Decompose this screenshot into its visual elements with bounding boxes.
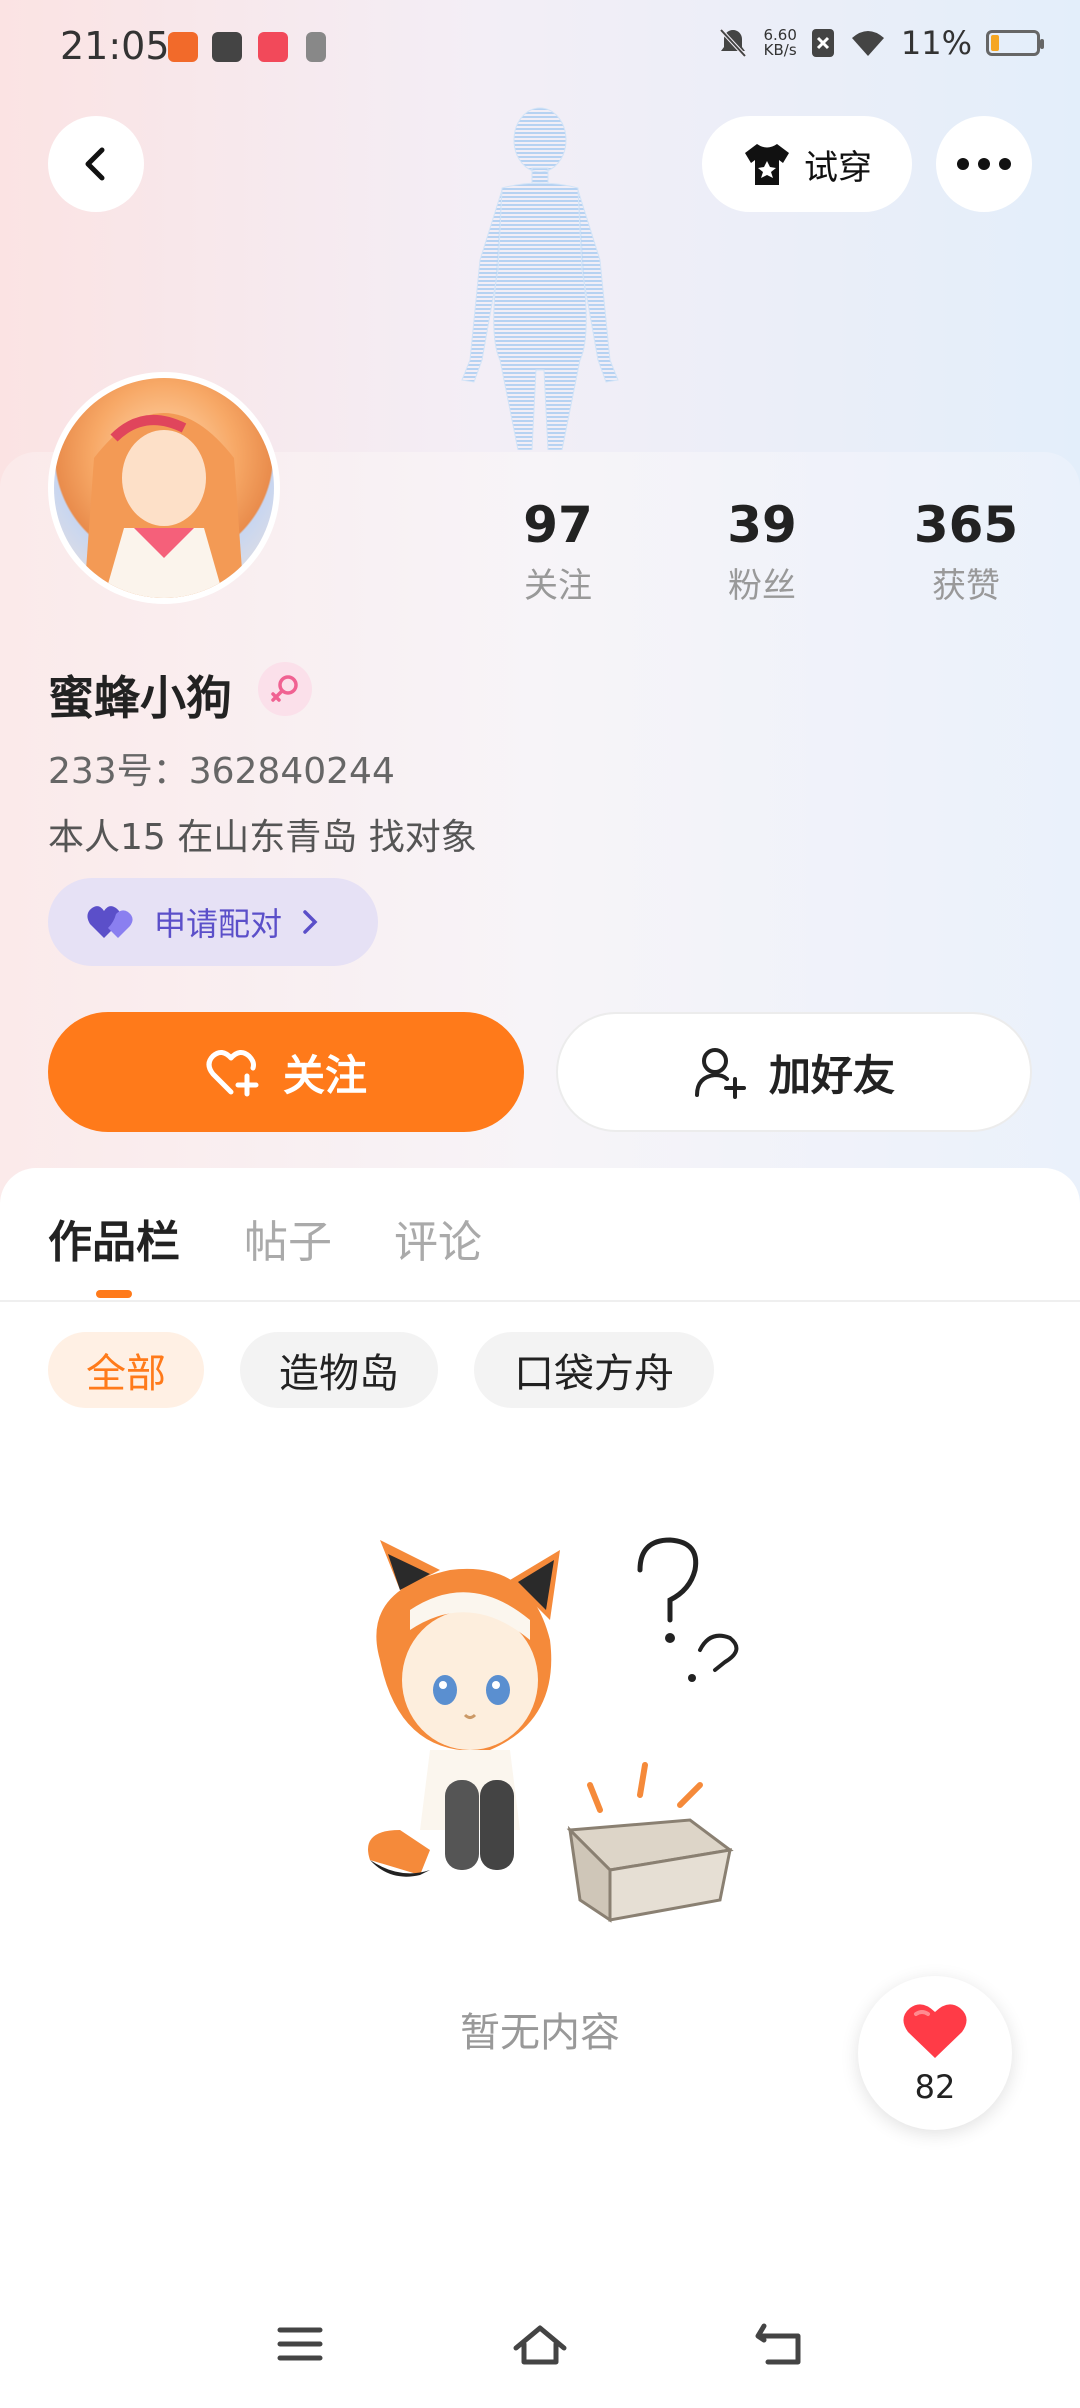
username: 蜜蜂小狗 xyxy=(48,671,232,725)
app-notification-icon-2 xyxy=(258,32,288,62)
follow-label: 关注 xyxy=(282,1050,367,1100)
more-dots-icon xyxy=(957,158,1011,170)
menu-button[interactable] xyxy=(268,2312,332,2376)
message-notification-icon xyxy=(212,32,242,62)
stat-followers-value: 39 xyxy=(727,496,797,554)
like-button[interactable]: 82 xyxy=(858,1976,1012,2130)
filter-pocket-ark[interactable]: 口袋方舟 xyxy=(474,1332,714,1408)
female-gender-icon xyxy=(258,662,312,716)
stat-following-value: 97 xyxy=(523,496,593,554)
status-time: 21:05 xyxy=(60,24,170,68)
filter-creation-island[interactable]: 造物岛 xyxy=(240,1332,438,1408)
app-notification-icon xyxy=(168,32,198,62)
back-nav-icon xyxy=(755,2323,801,2365)
chevron-left-icon xyxy=(85,147,105,181)
filter-all[interactable]: 全部 xyxy=(48,1332,204,1408)
home-button[interactable] xyxy=(508,2312,572,2376)
tshirt-icon xyxy=(745,144,789,185)
user-avatar[interactable] xyxy=(48,372,280,604)
apply-match-label: 申请配对 xyxy=(154,905,283,943)
back-nav-button[interactable] xyxy=(748,2312,812,2376)
more-button[interactable] xyxy=(936,116,1032,212)
tab-divider xyxy=(0,1300,1080,1302)
heart-icon xyxy=(903,2004,967,2058)
tab-comments[interactable]: 评论 xyxy=(394,1206,482,1270)
user-id: 233号：362840244 xyxy=(48,751,395,792)
home-icon xyxy=(513,2325,567,2365)
tab-indicator xyxy=(96,1290,132,1298)
add-friend-button[interactable]: 加好友 xyxy=(556,1012,1032,1132)
chevron-right-icon xyxy=(303,910,318,934)
battery-icon xyxy=(986,30,1044,56)
try-on-label: 试穿 xyxy=(804,147,872,188)
try-on-button[interactable]: 试穿 xyxy=(702,116,912,212)
add-friend-label: 加好友 xyxy=(768,1050,895,1100)
mute-icon xyxy=(719,28,747,58)
back-button[interactable] xyxy=(48,116,144,212)
apply-match-button[interactable]: 申请配对 xyxy=(48,878,378,966)
stat-likes-value: 365 xyxy=(913,496,1019,554)
stat-followers-label: 粉丝 xyxy=(728,566,796,606)
menu-icon xyxy=(277,2327,323,2361)
stat-following[interactable]: 97 关注 xyxy=(488,496,628,607)
status-bar: 21:05 6.60 KB/s 11% xyxy=(0,0,1080,100)
double-heart-icon xyxy=(87,906,133,938)
stat-likes-label: 获赞 xyxy=(932,566,1000,606)
wifi-icon xyxy=(851,31,884,56)
storage-icon xyxy=(306,32,326,62)
stat-following-label: 关注 xyxy=(524,566,592,606)
tab-works[interactable]: 作品栏 xyxy=(48,1206,180,1270)
user-bio: 本人15 在山东青岛 找对象 xyxy=(48,817,477,858)
battery-percent: 11% xyxy=(900,24,972,62)
follow-button[interactable]: 关注 xyxy=(48,1012,524,1132)
avatar-illustration xyxy=(84,413,244,598)
heart-plus-icon xyxy=(206,1050,259,1097)
net-speed: 6.60 KB/s xyxy=(763,26,797,59)
stat-likes: 365 获赞 xyxy=(896,496,1036,607)
stat-followers[interactable]: 39 粉丝 xyxy=(692,496,832,607)
avatar-figure-placeholder xyxy=(461,107,619,450)
sim-off-icon xyxy=(811,29,834,57)
like-count: 82 xyxy=(914,2068,956,2106)
empty-state-illustration xyxy=(368,1537,739,1923)
add-user-icon xyxy=(694,1048,746,1099)
system-nav-bar xyxy=(0,2290,1080,2408)
tab-posts[interactable]: 帖子 xyxy=(244,1206,332,1270)
